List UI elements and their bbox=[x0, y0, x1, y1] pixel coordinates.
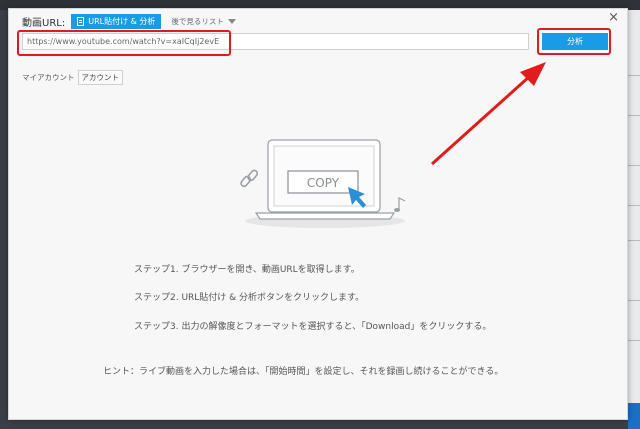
step-3: ステップ3. 出力の解像度とフォーマットを選択すると、「Download」をクリ… bbox=[134, 322, 492, 332]
account-row: マイアカウント アカウント bbox=[22, 70, 123, 85]
video-url-label: 動画URL: bbox=[22, 17, 66, 29]
hint-text: ヒント：ライブ動画を入力した場合は、「開始時間」を設定し、それを録画し続けること… bbox=[103, 367, 504, 377]
music-note-icon bbox=[394, 197, 406, 212]
url-input-highlight bbox=[17, 30, 231, 56]
tab-watch-later-label: 後で見るリスト bbox=[171, 16, 224, 26]
tab-watch-later[interactable]: 後で見るリスト bbox=[171, 16, 236, 27]
copy-label: COPY bbox=[307, 176, 340, 190]
tab-paste-analyze[interactable]: URL貼付け & 分析 bbox=[71, 13, 162, 29]
my-account-label: マイアカウント bbox=[22, 73, 75, 82]
tab-paste-analyze-label: URL貼付け & 分析 bbox=[88, 16, 156, 26]
step-1: ステップ1. ブラウザーを開き、動画URLを取得します。 bbox=[134, 265, 360, 275]
paste-icon bbox=[77, 16, 85, 26]
analyze-button-highlight bbox=[537, 28, 611, 55]
account-button[interactable]: アカウント bbox=[77, 70, 123, 85]
copy-illustration: COPY bbox=[240, 139, 406, 228]
step-2: ステップ2. URL貼付け & 分析ボタンをクリックします。 bbox=[134, 293, 365, 303]
link-icon bbox=[240, 169, 259, 188]
background-app-panel bbox=[628, 10, 640, 429]
dropdown-caret-icon[interactable] bbox=[227, 18, 236, 24]
close-icon[interactable]: × bbox=[608, 11, 619, 25]
url-tab-row: 動画URL: URL貼付け & 分析 後で見るリスト bbox=[22, 13, 236, 29]
